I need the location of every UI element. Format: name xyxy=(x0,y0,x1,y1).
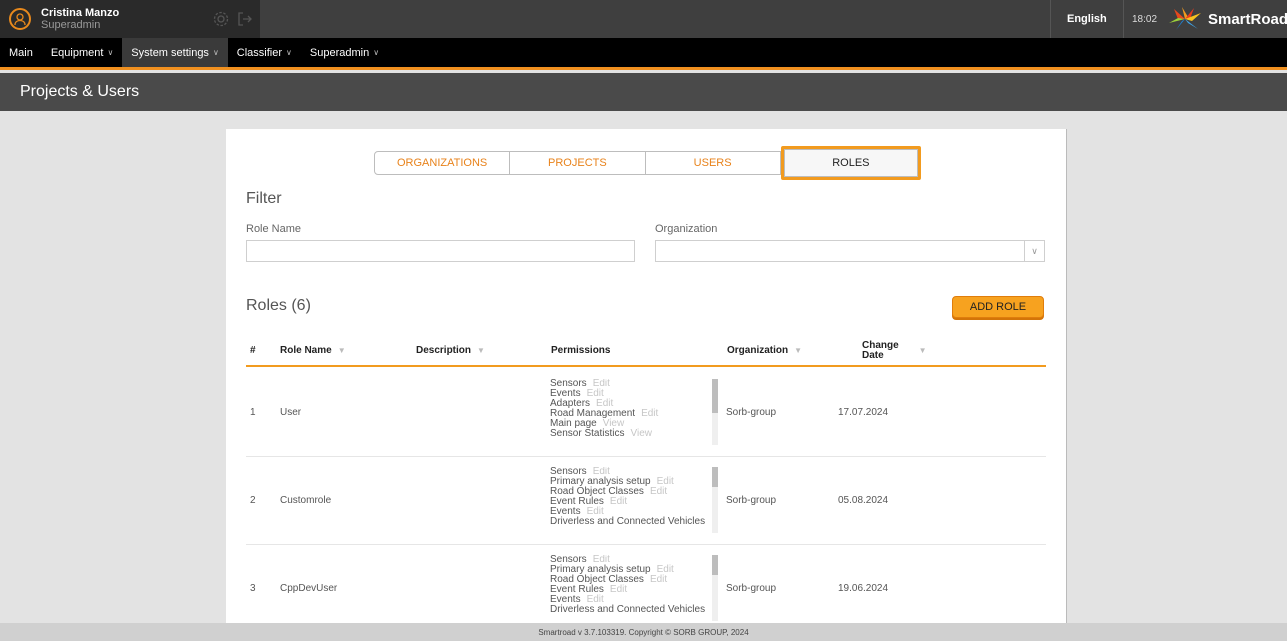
role-organization: Sorb-group xyxy=(726,583,777,594)
permission-access: Edit xyxy=(609,496,628,507)
brand-logo: SmartRoad xyxy=(1168,7,1287,31)
role-change-date: 17.07.2024 xyxy=(838,407,889,418)
table-header: # Role Name ▼ Description ▼ Permissions Or… xyxy=(246,334,1046,367)
user-avatar-icon[interactable] xyxy=(9,8,31,30)
scrollbar-thumb[interactable] xyxy=(712,555,718,575)
clock: 18:02 xyxy=(1132,13,1158,25)
logout-icon[interactable] xyxy=(236,10,254,33)
row-number: 1 xyxy=(250,407,256,418)
menu-item-superadmin[interactable]: Superadmin ∨ xyxy=(301,38,388,67)
permission-item: Sensor Statistics View xyxy=(550,429,710,439)
menu-item-system-settings[interactable]: System settings ∨ xyxy=(122,38,228,67)
page-title-bar: Projects & Users xyxy=(0,73,1287,111)
smartroad-logo-icon xyxy=(1169,7,1201,30)
menu-item-main[interactable]: Main xyxy=(0,38,42,67)
role-organization: Sorb-group xyxy=(726,495,777,506)
column-description[interactable]: Description ▼ xyxy=(416,334,485,367)
table-row[interactable]: 2 Customrole Sensors Edit Primary analysi… xyxy=(246,457,1046,545)
top-bar: Cristina Manzo Superadmin English 18:02 … xyxy=(0,0,1287,38)
permission-item: Driverless and Connected Vehicles xyxy=(550,517,710,527)
permission-name: Sensor Statistics xyxy=(550,428,625,439)
role-name-label: Role Name xyxy=(246,223,302,235)
filter-title: Filter xyxy=(246,190,282,207)
table-row[interactable]: 3 CppDevUser Sensors Edit Primary analysi… xyxy=(246,545,1046,629)
permission-access: View xyxy=(630,428,652,439)
organization-label: Organization xyxy=(655,223,718,235)
permission-access: Edit xyxy=(641,408,659,419)
sort-icon[interactable]: ▼ xyxy=(919,346,927,356)
organization-select[interactable]: ∨ xyxy=(655,240,1045,262)
menu-item-label: System settings xyxy=(131,46,209,59)
menu-item-classifier[interactable]: Classifier ∨ xyxy=(228,38,301,67)
menu-item-label: Superadmin xyxy=(309,46,370,59)
column-change-date[interactable]: Change Date ▼ xyxy=(862,334,927,367)
menu-item-label: Classifier xyxy=(236,46,283,59)
column-number: # xyxy=(250,345,256,356)
sort-icon[interactable]: ▼ xyxy=(338,346,346,355)
chevron-down-icon: ∨ xyxy=(286,48,292,57)
permissions-list[interactable]: Sensors Edit Events Edit Adapters Edit Road… xyxy=(550,379,710,445)
table-row[interactable]: 1 User Sensors Edit Events Edit Adapters Ed… xyxy=(246,369,1046,457)
footer: Smartroad v 3.7.103319. Copyright © SORB… xyxy=(0,623,1287,641)
menu-item-equipment[interactable]: Equipment ∨ xyxy=(42,38,122,67)
row-number: 3 xyxy=(250,583,256,594)
sort-icon[interactable]: ▼ xyxy=(477,346,485,355)
permissions-scrollbar[interactable] xyxy=(712,555,718,621)
permissions-scrollbar[interactable] xyxy=(712,467,718,533)
column-label: Description xyxy=(416,345,472,356)
main-menu: Main Equipment ∨ System settings ∨ Classif… xyxy=(0,38,1287,70)
user-block[interactable]: Cristina Manzo Superadmin xyxy=(0,0,260,38)
settings-gear-icon[interactable] xyxy=(212,10,230,33)
language-selector[interactable]: English xyxy=(1050,0,1124,38)
chevron-down-icon: ∨ xyxy=(373,48,380,57)
user-role: Superadmin xyxy=(41,19,101,31)
column-permissions: Permissions xyxy=(551,345,611,356)
row-number: 2 xyxy=(250,495,256,506)
column-role-name[interactable]: Role Name ▼ xyxy=(280,334,346,367)
role-name: CppDevUser xyxy=(280,583,338,594)
role-change-date: 05.08.2024 xyxy=(838,495,889,506)
role-name: Customrole xyxy=(280,495,332,506)
tab-roles[interactable]: ROLES xyxy=(780,146,921,180)
tab-users[interactable]: USERS xyxy=(646,152,781,174)
column-label: Role Name xyxy=(280,345,332,356)
scrollbar-thumb[interactable] xyxy=(712,467,718,487)
permission-access: Edit xyxy=(609,584,628,595)
roles-title: Roles (6) xyxy=(246,297,311,314)
sort-icon[interactable]: ▼ xyxy=(794,346,802,355)
role-name: User xyxy=(280,407,302,418)
brand-name: SmartRoad xyxy=(1208,10,1287,28)
column-organization[interactable]: Organization ▼ xyxy=(727,334,802,367)
permission-name: Driverless and Connected Vehicles xyxy=(550,604,706,615)
tabs: ORGANIZATIONS PROJECTS USERS ROLES xyxy=(374,146,921,180)
menu-item-label: Main xyxy=(9,46,33,59)
column-label: Organization xyxy=(727,345,789,356)
chevron-down-icon[interactable]: ∨ xyxy=(1024,241,1044,261)
add-role-button[interactable]: ADD ROLE xyxy=(952,296,1044,318)
permissions-scrollbar[interactable] xyxy=(712,379,718,445)
role-name-input[interactable] xyxy=(246,240,635,262)
permission-name: Driverless and Connected Vehicles xyxy=(550,516,706,527)
chevron-down-icon: ∨ xyxy=(212,48,219,57)
permissions-list[interactable]: Sensors Edit Primary analysis setup Edit R… xyxy=(550,467,710,533)
tab-projects[interactable]: PROJECTS xyxy=(510,152,646,174)
role-change-date: 19.06.2024 xyxy=(838,583,889,594)
permissions-list[interactable]: Sensors Edit Primary analysis setup Edit R… xyxy=(550,555,710,621)
permission-item: Driverless and Connected Vehicles xyxy=(550,605,710,615)
permission-access: Edit xyxy=(649,574,668,585)
column-label: Date xyxy=(862,349,884,361)
role-organization: Sorb-group xyxy=(726,407,777,418)
scrollbar-thumb[interactable] xyxy=(712,379,718,413)
tab-organizations[interactable]: ORGANIZATIONS xyxy=(375,152,511,174)
user-name: Cristina Manzo xyxy=(41,7,120,19)
page-title: Projects & Users xyxy=(20,83,140,100)
menu-item-label: Equipment xyxy=(50,46,104,59)
chevron-down-icon: ∨ xyxy=(107,48,114,57)
content-panel: ORGANIZATIONS PROJECTS USERS ROLES Filte… xyxy=(226,129,1066,629)
permission-access: Edit xyxy=(649,486,668,497)
